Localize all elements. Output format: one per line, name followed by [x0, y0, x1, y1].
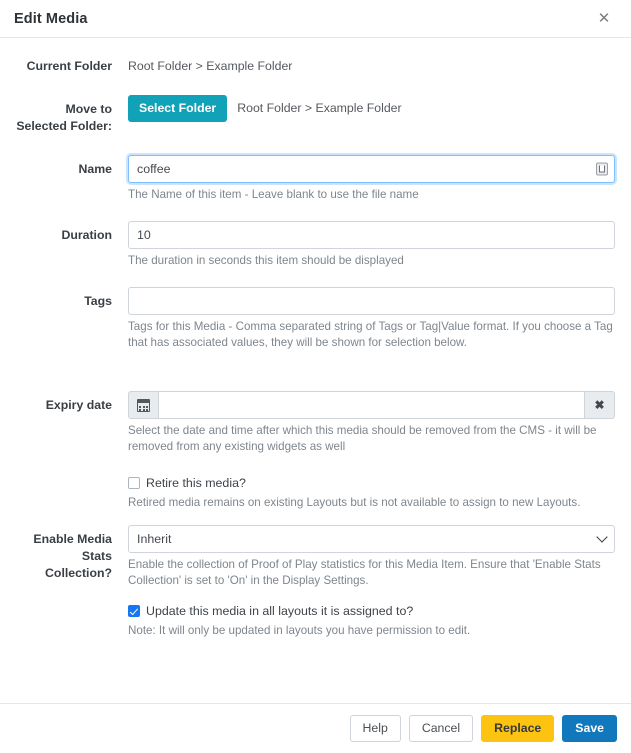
save-password-icon[interactable] [596, 162, 608, 176]
update-layouts-help-text: Note: It will only be updated in layouts… [128, 624, 471, 637]
name-help-text: The Name of this item - Leave blank to u… [128, 188, 419, 201]
field-stats-collection: Enable Media Stats Collection? Inherit E… [16, 525, 615, 589]
retire-checkbox[interactable] [128, 477, 140, 489]
update-layouts-checkbox-label[interactable]: Update this media in all layouts it is a… [146, 603, 413, 619]
stats-collection-label: Enable Media Stats Collection? [33, 532, 112, 580]
move-to-folder-value: Root Folder > Example Folder [237, 101, 402, 115]
save-button[interactable]: Save [562, 715, 617, 742]
update-layouts-label-spacer [16, 603, 128, 609]
current-folder-value: Root Folder > Example Folder [128, 59, 293, 73]
tags-input[interactable] [128, 287, 615, 315]
name-label: Name [78, 162, 113, 176]
edit-media-dialog: Edit Media ✕ Current Folder Root Folder … [0, 0, 631, 753]
select-folder-button[interactable]: Select Folder [128, 95, 228, 122]
expiry-date-label: Expiry date [45, 398, 112, 412]
retire-help-text: Retired media remains on existing Layout… [128, 496, 581, 509]
clear-x-icon[interactable]: ✖ [585, 391, 615, 419]
dialog-title: Edit Media [14, 10, 88, 27]
duration-input[interactable] [128, 221, 615, 249]
expiry-date-input[interactable] [158, 391, 585, 419]
retire-label-spacer [16, 475, 128, 481]
field-move-to-folder: Move to Selected Folder: Select Folder R… [16, 95, 615, 135]
name-input[interactable] [128, 155, 615, 183]
field-tags: Tags Tags for this Media - Comma separat… [16, 287, 615, 351]
update-layouts-checkbox[interactable] [128, 605, 140, 617]
current-folder-label: Current Folder [26, 59, 112, 73]
cancel-button[interactable]: Cancel [408, 715, 474, 742]
field-duration: Duration The duration in seconds this it… [16, 221, 615, 269]
replace-button[interactable]: Replace [481, 715, 555, 742]
stats-collection-selected-value: Inherit [137, 532, 172, 546]
stats-collection-help-text: Enable the collection of Proof of Play s… [128, 558, 601, 587]
field-retire: Retire this media? Retired media remains… [16, 475, 615, 511]
field-expiry-date: Expiry date ✖ Select the date and time a… [16, 391, 615, 455]
dialog-header: Edit Media ✕ [0, 0, 631, 38]
field-update-layouts: Update this media in all layouts it is a… [16, 603, 615, 639]
duration-label: Duration [61, 228, 112, 242]
dialog-footer: Help Cancel Replace Save [0, 703, 631, 753]
dialog-body: Current Folder Root Folder > Example Fol… [0, 38, 631, 703]
calendar-icon[interactable] [128, 391, 158, 419]
retire-checkbox-label[interactable]: Retire this media? [146, 475, 246, 491]
move-to-folder-label: Move to Selected Folder: [16, 102, 112, 133]
tags-help-text: Tags for this Media - Comma separated st… [128, 320, 613, 349]
help-button[interactable]: Help [349, 715, 401, 742]
stats-collection-select[interactable]: Inherit [128, 525, 615, 553]
duration-help-text: The duration in seconds this item should… [128, 254, 404, 267]
expiry-date-help-text: Select the date and time after which thi… [128, 424, 597, 453]
close-icon[interactable]: ✕ [593, 8, 615, 30]
tags-label: Tags [84, 294, 112, 308]
field-current-folder: Current Folder Root Folder > Example Fol… [16, 52, 615, 75]
field-name: Name The Name of this item - Leave blank… [16, 155, 615, 203]
